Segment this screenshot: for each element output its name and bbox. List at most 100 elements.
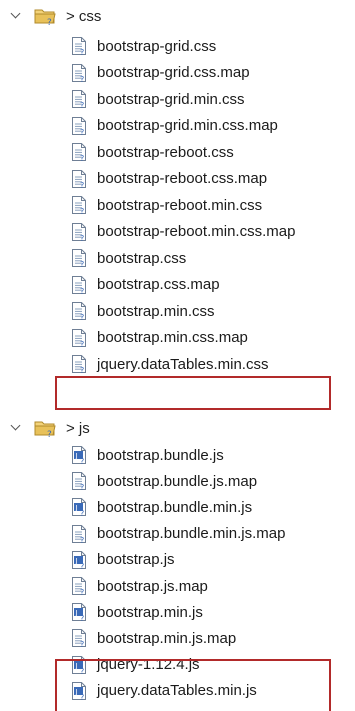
tree-file-item[interactable]: J? bootstrap.min.js (71, 600, 203, 624)
tree-file-item[interactable]: ? bootstrap-reboot.css (71, 140, 234, 164)
text-file-icon: ? (71, 222, 87, 243)
text-file-icon: ? (71, 524, 87, 545)
svg-text:J: J (75, 452, 78, 460)
svg-text:?: ? (80, 260, 84, 267)
tree-file-item[interactable]: ? bootstrap-grid.css (71, 34, 216, 58)
file-name-label: jquery.dataTables.min.css (97, 355, 269, 373)
tree-file-item[interactable]: ? bootstrap-grid.css.map (71, 61, 250, 85)
svg-text:?: ? (47, 430, 52, 438)
svg-text:J: J (75, 557, 78, 565)
svg-text:?: ? (80, 640, 84, 647)
svg-text:?: ? (80, 614, 84, 621)
svg-text:?: ? (80, 340, 84, 347)
svg-text:?: ? (80, 207, 84, 214)
file-name-label: bootstrap.bundle.min.js.map (97, 525, 286, 543)
svg-text:?: ? (80, 48, 84, 55)
tree-folder-js[interactable]: ? > js (0, 416, 90, 440)
highlight-box-css (55, 376, 331, 410)
folder-label-js: > js (66, 419, 90, 437)
tree-file-item[interactable]: ? bootstrap-reboot.css.map (71, 167, 267, 191)
tree-file-item[interactable]: ? bootstrap.bundle.js.map (71, 469, 257, 493)
file-name-label: bootstrap.bundle.js.map (97, 472, 258, 490)
svg-text:?: ? (80, 483, 84, 490)
file-name-label: bootstrap-reboot.min.css (97, 196, 263, 214)
file-name-label: bootstrap-reboot.min.css.map (97, 223, 296, 240)
text-file-icon: ? (71, 37, 87, 57)
tree-file-item[interactable]: ? bootstrap.css.map (71, 273, 220, 297)
svg-text:?: ? (80, 75, 84, 82)
svg-text:?: ? (80, 509, 84, 516)
svg-text:?: ? (80, 457, 84, 464)
tree-file-item[interactable]: ? bootstrap-grid.min.css (71, 87, 245, 111)
file-name-label: bootstrap-grid.css (97, 37, 217, 55)
svg-text:?: ? (80, 287, 84, 294)
svg-text:?: ? (80, 154, 84, 161)
svg-text:?: ? (80, 101, 84, 108)
file-name-label: bootstrap.bundle.min.js (97, 498, 253, 516)
file-name-label: bootstrap.css (97, 249, 187, 267)
text-file-icon: ? (71, 169, 87, 190)
svg-text:?: ? (80, 366, 84, 373)
tree-folder-css[interactable]: ? > css (0, 4, 101, 28)
tree-file-item[interactable]: ? bootstrap.min.js.map (71, 626, 236, 650)
svg-text:?: ? (80, 181, 84, 188)
file-name-label: bootstrap.min.js.map (97, 629, 237, 647)
svg-text:J: J (75, 609, 78, 617)
folder-icon: ? (34, 6, 56, 28)
text-file-icon: ? (71, 196, 87, 216)
svg-text:?: ? (80, 313, 84, 320)
javascript-file-icon: J? (71, 498, 87, 518)
tree-file-item[interactable]: ? bootstrap.css (71, 246, 186, 270)
tree-file-item[interactable]: ? bootstrap.min.css.map (71, 326, 248, 350)
file-name-label: bootstrap.css.map (97, 276, 220, 293)
text-file-icon: ? (71, 90, 87, 110)
javascript-file-icon: J? (71, 446, 87, 466)
folder-icon: ? (34, 418, 56, 440)
javascript-file-icon: J? (71, 603, 87, 623)
text-file-icon: ? (71, 577, 87, 597)
file-name-label: bootstrap-reboot.css.map (97, 170, 268, 187)
chevron-down-icon[interactable] (10, 422, 22, 434)
file-name-label: bootstrap.js.map (97, 577, 208, 595)
chevron-down-icon[interactable] (10, 10, 22, 22)
file-name-label: bootstrap.min.js (97, 603, 203, 621)
tree-file-item[interactable]: ? bootstrap-grid.min.css.map (71, 114, 278, 138)
text-file-icon: ? (71, 472, 87, 492)
svg-text:?: ? (80, 562, 84, 569)
svg-text:J: J (75, 504, 78, 512)
text-file-icon: ? (71, 63, 87, 84)
text-file-icon: ? (71, 249, 87, 269)
javascript-file-icon: J? (71, 550, 87, 571)
text-file-icon: ? (71, 355, 87, 375)
highlight-box-js (55, 659, 331, 711)
file-name-label: bootstrap-grid.min.css.map (97, 117, 278, 134)
svg-text:?: ? (80, 234, 84, 241)
tree-file-item[interactable]: ? bootstrap-reboot.min.css.map (71, 220, 295, 244)
tree-file-item[interactable]: ? bootstrap.js.map (71, 574, 208, 598)
file-name-label: bootstrap-grid.min.css (97, 90, 245, 108)
text-file-icon: ? (71, 629, 87, 649)
tree-file-item[interactable]: ? bootstrap.min.css (71, 299, 215, 323)
svg-text:?: ? (80, 588, 84, 595)
tree-file-item[interactable]: J? bootstrap.bundle.min.js (71, 495, 252, 519)
file-name-label: bootstrap.js (97, 551, 175, 569)
svg-text:?: ? (80, 128, 84, 135)
text-file-icon: ? (71, 328, 87, 349)
tree-file-item[interactable]: J? bootstrap.js (71, 548, 175, 572)
file-name-label: bootstrap-grid.css.map (97, 64, 250, 81)
file-name-label: bootstrap.min.css.map (97, 329, 248, 346)
svg-text:?: ? (80, 536, 84, 543)
tree-file-item[interactable]: ? bootstrap.bundle.min.js.map (71, 522, 285, 546)
svg-text:?: ? (47, 18, 52, 26)
file-name-label: bootstrap.bundle.js (97, 446, 224, 464)
folder-label-css: > css (66, 7, 102, 25)
text-file-icon: ? (71, 143, 87, 163)
tree-file-item[interactable]: ? bootstrap-reboot.min.css (71, 193, 262, 217)
file-name-label: bootstrap-reboot.css (97, 143, 234, 161)
project-explorer-tree: ? > css ? bootstrap-grid.css? bootstrap-gr… (0, 0, 355, 711)
tree-file-item[interactable]: ? jquery.dataTables.min.css (71, 352, 268, 376)
file-name-label: bootstrap.min.css (97, 302, 215, 320)
text-file-icon: ? (71, 302, 87, 322)
text-file-icon: ? (71, 275, 87, 296)
tree-file-item[interactable]: J? bootstrap.bundle.js (71, 443, 224, 467)
